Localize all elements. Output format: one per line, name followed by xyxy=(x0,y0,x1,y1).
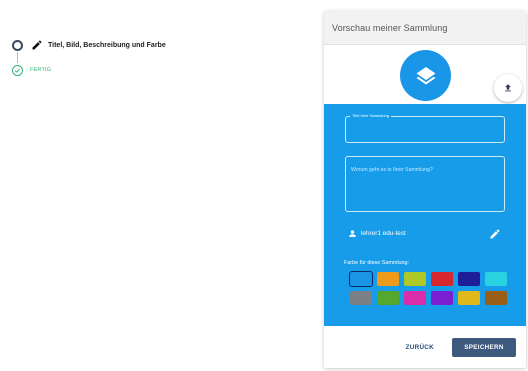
color-swatch[interactable] xyxy=(404,291,426,305)
color-swatch[interactable] xyxy=(431,291,453,305)
title-field-label: Titel Ihrer Sammlung xyxy=(350,113,391,119)
upload-image-button[interactable] xyxy=(494,74,522,102)
collection-form-panel: Titel Ihrer Sammlung Worum geht es in Ih… xyxy=(324,104,526,326)
collection-description-field[interactable]: Worum geht es in Ihrer Sammlung? xyxy=(345,156,505,212)
card-header: Vorschau meiner Sammlung xyxy=(324,11,526,45)
color-swatch[interactable] xyxy=(458,272,480,286)
color-swatch[interactable] xyxy=(377,272,399,286)
step-circle xyxy=(12,39,23,51)
collection-image-area xyxy=(324,45,526,104)
color-swatch[interactable] xyxy=(377,291,399,305)
pencil-icon xyxy=(32,40,42,50)
save-button[interactable]: SPEICHERN xyxy=(452,337,516,357)
page: Titel, Bild, Beschreibung und Farbe FERT… xyxy=(0,0,528,371)
step-connector xyxy=(17,52,18,63)
step-current[interactable]: Titel, Bild, Beschreibung und Farbe xyxy=(12,38,166,52)
upload-icon xyxy=(505,84,511,92)
color-label: Farbe für diese Sammlung: xyxy=(344,260,410,266)
color-swatch[interactable] xyxy=(431,272,453,286)
card-title: Vorschau meiner Sammlung xyxy=(332,22,448,33)
back-button[interactable]: ZURÜCK xyxy=(406,344,434,351)
description-placeholder: Worum geht es in Ihrer Sammlung? xyxy=(351,167,433,173)
card-footer: ZURÜCK SPEICHERN xyxy=(324,326,526,368)
check-circle-icon xyxy=(12,64,23,76)
color-swatch[interactable] xyxy=(485,291,507,305)
person-icon xyxy=(349,230,356,237)
layers-icon xyxy=(400,50,451,101)
stepper: Titel, Bild, Beschreibung und Farbe FERT… xyxy=(12,38,166,77)
color-swatch[interactable] xyxy=(350,291,372,305)
pencil-icon[interactable] xyxy=(489,228,501,240)
owner-row: lehrer1 edu-test xyxy=(348,229,406,238)
color-swatch[interactable] xyxy=(485,272,507,286)
collection-preview-card: Vorschau meiner Sammlung Titel Ihrer Sam… xyxy=(324,11,526,368)
color-swatch[interactable] xyxy=(349,271,373,287)
step-label: Titel, Bild, Beschreibung und Farbe xyxy=(48,41,166,49)
collection-title-field[interactable]: Titel Ihrer Sammlung xyxy=(345,113,505,143)
owner-name: lehrer1 edu-test xyxy=(361,230,406,237)
step-done-label: FERTIG xyxy=(30,67,52,73)
color-swatch[interactable] xyxy=(404,272,426,286)
step-done[interactable]: FERTIG xyxy=(12,63,166,77)
color-swatch-grid xyxy=(349,271,507,305)
color-swatch[interactable] xyxy=(458,291,480,305)
